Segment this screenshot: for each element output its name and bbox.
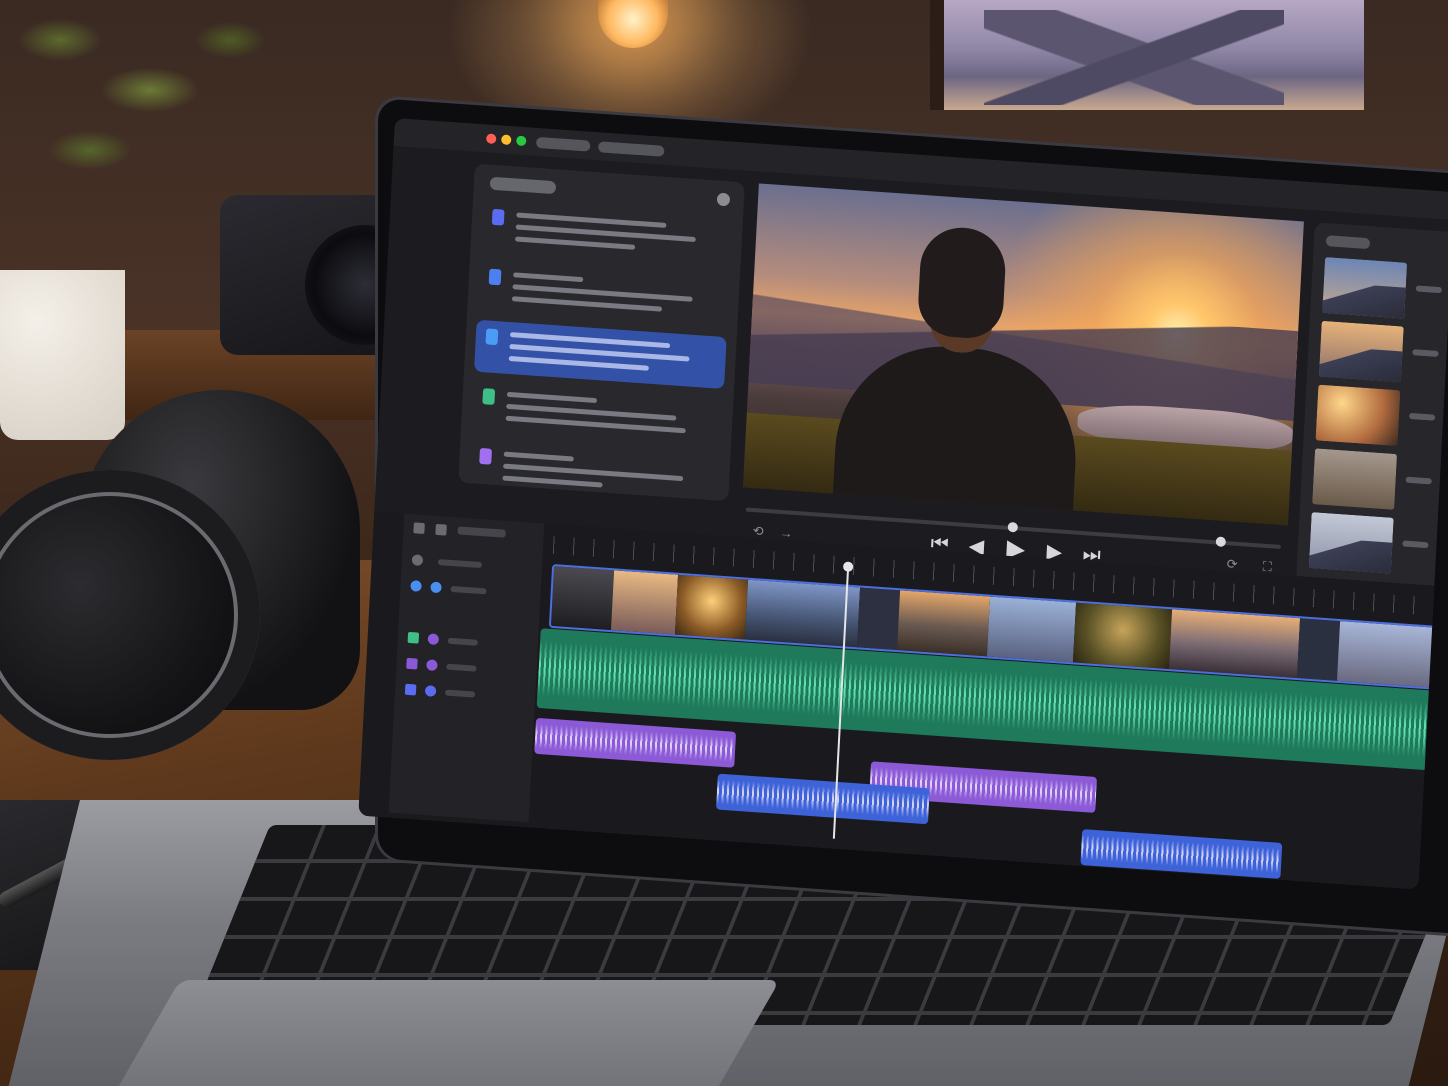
video-clip[interactable] [1296, 618, 1343, 682]
clip-color-chip [488, 268, 502, 286]
media-item-selected[interactable] [474, 319, 727, 390]
track-toggle-icon[interactable] [427, 633, 440, 646]
clip-color-chip [491, 208, 505, 226]
clip-color-chip [485, 328, 499, 346]
thumbnail[interactable] [1318, 320, 1404, 383]
audio-clip[interactable] [534, 717, 737, 768]
media-item[interactable] [471, 379, 724, 448]
scene: ⟲ → ⏮ ◀ ▶ ▶ ⏭ ⟳ ⛶ [0, 0, 1448, 1086]
track-toggle-icon[interactable] [424, 685, 437, 697]
speaker-icon[interactable] [435, 523, 447, 536]
panel-title [489, 176, 557, 195]
media-item[interactable] [468, 439, 721, 508]
video-clip[interactable] [856, 587, 903, 651]
minimize-button[interactable] [501, 134, 512, 146]
video-clip[interactable] [1336, 621, 1437, 688]
video-clip[interactable] [550, 566, 617, 631]
media-item[interactable] [480, 200, 733, 269]
options-icon[interactable] [716, 192, 731, 207]
media-panel [458, 163, 745, 502]
wall-photo [930, 0, 1364, 110]
track-toggle-icon[interactable] [430, 581, 442, 594]
track-toggle-icon[interactable] [411, 554, 424, 566]
lamp [598, 0, 668, 48]
video-clip[interactable] [896, 590, 993, 657]
snap-icon[interactable] [413, 522, 425, 535]
video-clip[interactable] [610, 570, 681, 635]
editor-window: ⟲ → ⏮ ◀ ▶ ▶ ⏭ ⟳ ⛶ [358, 118, 1448, 890]
scrubber-handle[interactable] [1007, 521, 1019, 533]
thumbnail[interactable] [1315, 384, 1401, 447]
toolbar-tab[interactable] [535, 136, 591, 152]
zoom-button[interactable] [516, 135, 527, 147]
video-preview[interactable] [742, 183, 1304, 526]
clip-color-chip [479, 447, 493, 465]
video-clip[interactable] [1072, 602, 1175, 670]
thumbnail[interactable] [1308, 512, 1394, 574]
trackpad [110, 980, 781, 1086]
track-color-chip [406, 657, 418, 670]
out-point-handle[interactable] [1215, 536, 1227, 548]
video-clip[interactable] [674, 574, 751, 640]
thumbnail[interactable] [1312, 448, 1398, 510]
toolbar-tab[interactable] [597, 141, 665, 157]
thumbnail[interactable] [1322, 257, 1408, 319]
media-item[interactable] [477, 260, 730, 329]
track-headers [388, 513, 545, 823]
track-color-chip [407, 631, 420, 644]
headphones [0, 380, 420, 770]
clip-color-chip [482, 388, 496, 405]
close-button[interactable] [486, 133, 497, 145]
video-clip[interactable] [1168, 609, 1303, 679]
track-toggle-icon[interactable] [410, 580, 422, 592]
track-color-chip [404, 683, 417, 696]
track-toggle-icon[interactable] [426, 659, 438, 671]
video-clip[interactable] [986, 596, 1079, 663]
panel-title [1325, 235, 1371, 250]
